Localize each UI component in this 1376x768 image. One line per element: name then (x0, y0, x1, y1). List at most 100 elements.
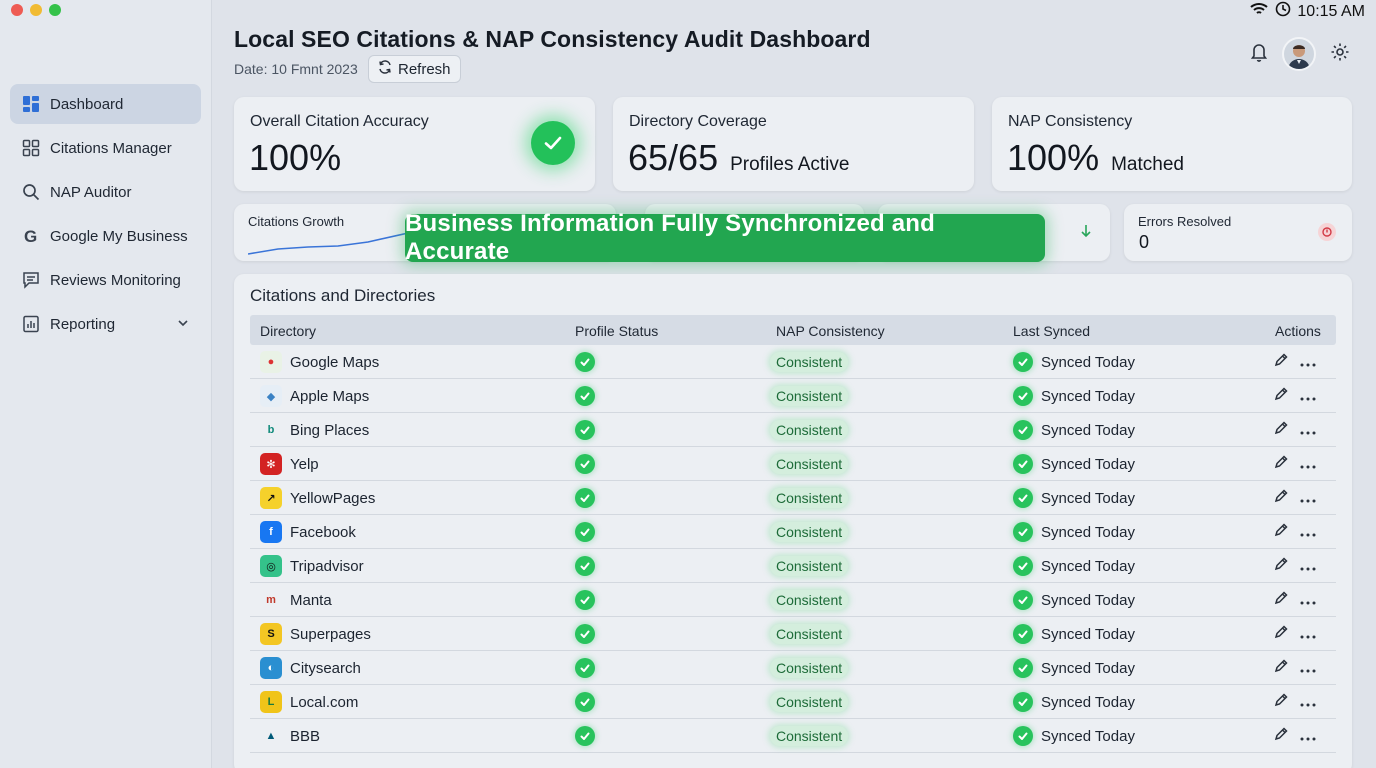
maximize-window-button[interactable] (49, 4, 61, 16)
more-options-icon[interactable] (1300, 456, 1316, 473)
sidebar-item-label: Citations Manager (50, 139, 172, 157)
edit-icon[interactable] (1274, 557, 1288, 575)
more-options-icon[interactable] (1300, 728, 1316, 745)
check-circle-icon (575, 624, 595, 644)
check-circle-icon (1013, 352, 1033, 372)
minimize-window-button[interactable] (30, 4, 42, 16)
table-row[interactable]: ● Google Maps Consistent Synced Today (250, 345, 1336, 379)
edit-icon[interactable] (1274, 625, 1288, 643)
actions-cell (1274, 549, 1316, 583)
table-row[interactable]: ✻ Yelp Consistent Synced Today (250, 447, 1336, 481)
column-header-directory[interactable]: Directory (260, 323, 316, 339)
edit-icon[interactable] (1274, 727, 1288, 745)
table-row[interactable]: ◐ Citysearch Consistent Synced Today (250, 651, 1336, 685)
errors-resolved-value: 0 (1139, 232, 1150, 252)
table-row[interactable]: f Facebook Consistent Synced Today (250, 515, 1336, 549)
citations-table-card: Citations and Directories Directory Prof… (234, 274, 1352, 768)
avatar[interactable] (1282, 37, 1316, 71)
directory-name: YellowPages (290, 489, 376, 507)
check-circle-icon (1013, 488, 1033, 508)
kpi-card-citation-accuracy: Overall Citation Accuracy 100% (234, 97, 595, 191)
edit-icon[interactable] (1274, 659, 1288, 677)
nap-consistency-cell: Consistent (770, 345, 849, 379)
directory-cell: ▲ BBB (260, 719, 320, 753)
growth-sparkline (248, 232, 408, 255)
more-options-icon[interactable] (1300, 694, 1316, 711)
more-options-icon[interactable] (1300, 422, 1316, 439)
status-badge: Consistent (770, 454, 849, 474)
check-circle-icon (1013, 386, 1033, 406)
google-icon: G (22, 227, 40, 245)
bell-icon[interactable] (1250, 42, 1268, 67)
window-controls (11, 4, 61, 16)
actions-cell (1274, 583, 1316, 617)
kpi-card-nap-consistency: NAP Consistency 100% Matched (992, 97, 1352, 191)
sidebar-item-reviews-monitoring[interactable]: Reviews Monitoring (10, 260, 201, 300)
edit-icon[interactable] (1274, 523, 1288, 541)
table-row[interactable]: L Local.com Consistent Synced Today (250, 685, 1336, 719)
directory-cell: ↗ YellowPages (260, 481, 375, 515)
sidebar-item-google-my-business[interactable]: G Google My Business (10, 216, 201, 256)
directory-name: Manta (290, 591, 332, 609)
table-row[interactable]: ↗ YellowPages Consistent Synced Today (250, 481, 1336, 515)
last-synced-cell: Synced Today (1013, 413, 1135, 447)
check-circle-icon (575, 556, 595, 576)
status-badge: Consistent (770, 352, 849, 372)
sidebar-item-citations-manager[interactable]: Citations Manager (10, 128, 201, 168)
edit-icon[interactable] (1274, 489, 1288, 507)
nap-consistency-cell: Consistent (770, 617, 849, 651)
column-header-last-synced[interactable]: Last Synced (1013, 323, 1090, 339)
profile-status-cell (575, 379, 595, 413)
more-options-icon[interactable] (1300, 490, 1316, 507)
last-synced-text: Synced Today (1041, 591, 1135, 609)
edit-icon[interactable] (1274, 455, 1288, 473)
sidebar-item-label: Reviews Monitoring (50, 271, 181, 289)
column-header-profile-status[interactable]: Profile Status (575, 323, 658, 339)
dashboard-icon (22, 95, 40, 113)
directory-name: Yelp (290, 455, 319, 473)
more-options-icon[interactable] (1300, 524, 1316, 541)
more-options-icon[interactable] (1300, 354, 1316, 371)
table-row[interactable]: ◎ Tripadvisor Consistent Synced Today (250, 549, 1336, 583)
edit-icon[interactable] (1274, 353, 1288, 371)
refresh-icon (378, 60, 392, 78)
sidebar-item-nap-auditor[interactable]: NAP Auditor (10, 172, 201, 212)
table-row[interactable]: b Bing Places Consistent Synced Today (250, 413, 1336, 447)
more-options-icon[interactable] (1300, 388, 1316, 405)
actions-cell (1274, 719, 1316, 753)
more-options-icon[interactable] (1300, 592, 1316, 609)
edit-icon[interactable] (1274, 421, 1288, 439)
gear-icon[interactable] (1330, 42, 1350, 67)
last-synced-text: Synced Today (1041, 353, 1135, 371)
table-row[interactable]: S Superpages Consistent Synced Today (250, 617, 1336, 651)
directory-logo-icon: ↗ (260, 487, 282, 509)
chevron-down-icon[interactable] (177, 316, 189, 333)
edit-icon[interactable] (1274, 591, 1288, 609)
clock-time: 10:15 AM (1297, 2, 1365, 20)
actions-cell (1274, 651, 1316, 685)
check-circle-icon (1013, 624, 1033, 644)
header-actions (1250, 37, 1350, 71)
more-options-icon[interactable] (1300, 626, 1316, 643)
profile-status-cell (575, 481, 595, 515)
table-row[interactable]: m Manta Consistent Synced Today (250, 583, 1336, 617)
edit-icon[interactable] (1274, 387, 1288, 405)
check-circle-icon (575, 658, 595, 678)
column-header-nap-consistency[interactable]: NAP Consistency (776, 323, 885, 339)
directory-logo-icon: ◐ (260, 657, 282, 679)
close-window-button[interactable] (11, 4, 23, 16)
last-synced-text: Synced Today (1041, 421, 1135, 439)
table-row[interactable]: ▲ BBB Consistent Synced Today (250, 719, 1336, 753)
refresh-button[interactable]: Refresh (368, 55, 461, 83)
system-status-bar: 10:15 AM (1249, 1, 1365, 22)
errors-resolved-card: Errors Resolved 0 (1124, 204, 1352, 261)
actions-cell (1274, 379, 1316, 413)
sidebar-item-reporting[interactable]: Reporting (10, 304, 201, 344)
sidebar-item-dashboard[interactable]: Dashboard (10, 84, 201, 124)
edit-icon[interactable] (1274, 693, 1288, 711)
more-options-icon[interactable] (1300, 660, 1316, 677)
directory-logo-icon: ◎ (260, 555, 282, 577)
check-circle-icon (575, 352, 595, 372)
table-row[interactable]: ◆ Apple Maps Consistent Synced Today (250, 379, 1336, 413)
more-options-icon[interactable] (1300, 558, 1316, 575)
